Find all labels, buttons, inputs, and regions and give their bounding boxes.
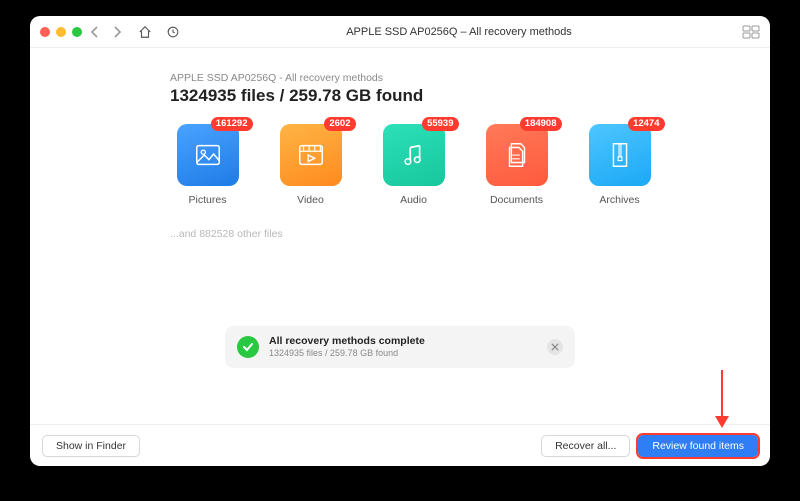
audio-tile: 55939 — [383, 124, 445, 186]
category-grid: 161292 Pictures 2602 Video — [170, 124, 700, 206]
category-pictures[interactable]: 161292 Pictures — [170, 124, 245, 206]
scan-target-label: APPLE SSD AP0256Q - All recovery methods — [170, 72, 700, 84]
documents-tile: 184908 — [486, 124, 548, 186]
titlebar: APPLE SSD AP0256Q – All recovery methods — [30, 16, 770, 48]
zoom-window-icon[interactable] — [72, 27, 82, 37]
main-content: APPLE SSD AP0256Q - All recovery methods… — [30, 48, 770, 424]
pictures-icon — [193, 140, 223, 170]
status-success-icon — [237, 336, 259, 358]
video-tile: 2602 — [280, 124, 342, 186]
archives-label: Archives — [599, 194, 639, 206]
video-label: Video — [297, 194, 324, 206]
archives-tile: 12474 — [589, 124, 651, 186]
other-files-label: ...and 882528 other files — [170, 228, 700, 240]
close-icon — [551, 343, 559, 351]
window-controls — [40, 27, 82, 37]
layout-toggle-button[interactable] — [742, 25, 760, 39]
category-archives[interactable]: 12474 Archives — [582, 124, 657, 206]
audio-label: Audio — [400, 194, 427, 206]
grid-icon — [742, 25, 760, 39]
app-window: APPLE SSD AP0256Q – All recovery methods… — [30, 16, 770, 466]
chevron-right-icon — [111, 26, 123, 38]
history-icon — [166, 25, 180, 39]
documents-label: Documents — [490, 194, 543, 206]
minimize-window-icon[interactable] — [56, 27, 66, 37]
checkmark-icon — [242, 341, 254, 353]
results-headline: 1324935 files / 259.78 GB found — [170, 86, 700, 106]
pictures-tile: 161292 — [177, 124, 239, 186]
archives-icon — [605, 140, 635, 170]
window-title: APPLE SSD AP0256Q – All recovery methods — [182, 26, 736, 38]
nav-back-button[interactable] — [86, 23, 104, 41]
archives-count-badge: 12474 — [628, 117, 664, 131]
recover-all-button[interactable]: Recover all... — [541, 435, 630, 457]
pictures-count-badge: 161292 — [211, 117, 253, 131]
close-window-icon[interactable] — [40, 27, 50, 37]
video-count-badge: 2602 — [324, 117, 355, 131]
pictures-label: Pictures — [189, 194, 227, 206]
video-icon — [296, 140, 326, 170]
nav-forward-button[interactable] — [108, 23, 126, 41]
status-title: All recovery methods complete — [269, 335, 537, 348]
status-banner: All recovery methods complete 1324935 fi… — [225, 326, 575, 368]
home-icon — [138, 25, 152, 39]
category-audio[interactable]: 55939 Audio — [376, 124, 451, 206]
documents-count-badge: 184908 — [520, 117, 562, 131]
status-subtitle: 1324935 files / 259.78 GB found — [269, 348, 537, 359]
history-button[interactable] — [164, 23, 182, 41]
documents-icon — [502, 140, 532, 170]
chevron-left-icon — [89, 26, 101, 38]
footer: Show in Finder Recover all... Review fou… — [30, 424, 770, 466]
dismiss-status-button[interactable] — [547, 339, 563, 355]
show-in-finder-button[interactable]: Show in Finder — [42, 435, 140, 457]
audio-icon — [399, 140, 429, 170]
category-video[interactable]: 2602 Video — [273, 124, 348, 206]
category-documents[interactable]: 184908 Documents — [479, 124, 554, 206]
review-found-items-button[interactable]: Review found items — [638, 435, 758, 457]
home-button[interactable] — [136, 23, 154, 41]
audio-count-badge: 55939 — [422, 117, 458, 131]
